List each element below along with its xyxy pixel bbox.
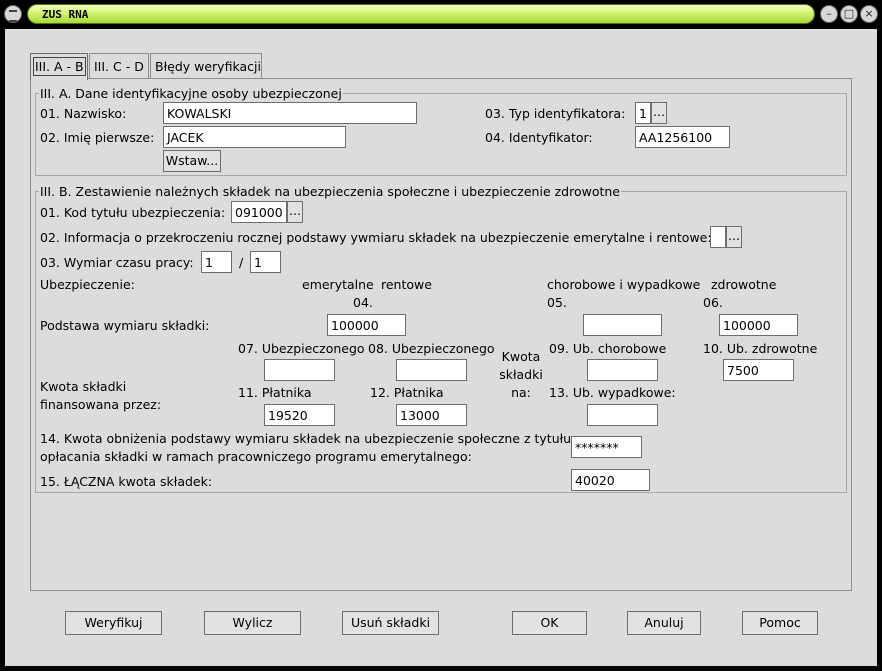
- close-icon[interactable]: ×: [860, 5, 878, 23]
- f11-label: 11. Płatnika: [238, 385, 312, 400]
- base-04-field[interactable]: 100000: [327, 314, 406, 336]
- remove-contributions-button[interactable]: Usuń składki: [342, 611, 439, 635]
- tab-label: III. A - B: [33, 57, 86, 76]
- application-window: ZUS RNA – □ × III. A - B III. C - D Błęd…: [0, 0, 882, 671]
- f08-field[interactable]: [396, 359, 467, 381]
- work-time-denominator-field[interactable]: 1: [250, 251, 281, 273]
- identifier-field[interactable]: AA1256100: [635, 126, 730, 148]
- insurance-code-field[interactable]: 091000: [231, 201, 287, 223]
- exceed-info-picker-button[interactable]: ...: [726, 226, 742, 248]
- verify-button[interactable]: Weryfikuj: [65, 611, 162, 635]
- work-time-numerator-field[interactable]: 1: [201, 251, 232, 273]
- kwota-label-3: na:: [511, 385, 531, 400]
- kwota-label-1: Kwota: [501, 349, 541, 364]
- tab-iii-a-b[interactable]: III. A - B: [30, 53, 88, 80]
- total-field[interactable]: 40020: [571, 469, 650, 491]
- f09-label: 09. Ub. chorobowe: [549, 341, 667, 356]
- first-name-field[interactable]: JACEK: [163, 126, 346, 148]
- help-button[interactable]: Pomoc: [742, 611, 818, 635]
- field-number-04: 04.: [353, 295, 373, 310]
- f12-field[interactable]: 13000: [396, 404, 467, 426]
- base-05-field[interactable]: [583, 314, 662, 336]
- f09-field[interactable]: [587, 359, 658, 381]
- cancel-button[interactable]: Anuluj: [627, 611, 701, 635]
- f07-field[interactable]: [264, 359, 335, 381]
- exceed-info-field[interactable]: [710, 226, 726, 248]
- column-disability: rentowe: [381, 277, 432, 292]
- title-pill[interactable]: ZUS RNA: [27, 4, 815, 24]
- title-bar[interactable]: ZUS RNA – □ ×: [0, 0, 882, 28]
- tab-iii-c-d[interactable]: III. C - D: [89, 53, 149, 79]
- total-label: 15. ŁĄCZNA kwota składek:: [40, 474, 213, 489]
- f14-label-1: 14. Kwota obniżenia podstawy wymiaru skł…: [40, 431, 572, 446]
- tab-verification-errors[interactable]: Błędy weryfikacji: [150, 53, 262, 79]
- base-label: Podstawa wymiaru składki:: [40, 318, 210, 333]
- surname-label: 01. Nazwisko:: [40, 106, 127, 121]
- f08-label: 08. Ubezpieczonego: [368, 341, 495, 356]
- f12-label: 12. Płatnika: [370, 385, 444, 400]
- f14-label-2: opłacania składki w ramach pracowniczego…: [40, 449, 472, 464]
- calculate-button[interactable]: Wylicz: [204, 611, 301, 635]
- f07-label: 07. Ubezpieczonego: [238, 341, 365, 356]
- minimize-icon[interactable]: –: [820, 5, 838, 23]
- tab-panel: III. A. Dane identyfikacyjne osoby ubezp…: [30, 78, 852, 591]
- kwota-label-2: składki: [499, 367, 543, 382]
- first-name-label: 02. Imię pierwsze:: [40, 130, 155, 145]
- f10-label: 10. Ub. zdrowotne: [703, 341, 818, 356]
- work-time-label: 03. Wymiar czasu pracy:: [40, 255, 194, 270]
- tab-label: III. C - D: [94, 59, 144, 74]
- insurance-label: Ubezpieczenie:: [40, 277, 135, 292]
- id-type-label: 03. Typ identyfikatora:: [485, 106, 626, 121]
- identifier-label: 04. Identyfikator:: [485, 130, 593, 145]
- surname-field[interactable]: KOWALSKI: [163, 102, 417, 124]
- column-pension: emerytalne: [302, 277, 374, 292]
- insert-button[interactable]: Wstaw...: [163, 150, 221, 172]
- financed-label-2: finansowana przez:: [40, 397, 162, 412]
- window-title: ZUS RNA: [42, 8, 89, 21]
- f13-field[interactable]: [587, 404, 658, 426]
- section-b-legend: III. B. Zestawienie należnych składek na…: [39, 184, 621, 199]
- id-type-picker-button[interactable]: ...: [651, 102, 667, 124]
- exceed-info-label: 02. Informacja o przekroczeniu rocznej p…: [40, 230, 712, 245]
- work-time-separator: /: [239, 255, 244, 270]
- section-a-legend: III. A. Dane identyfikacyjne osoby ubezp…: [39, 86, 343, 101]
- tab-label: Błędy weryfikacji: [155, 59, 261, 74]
- f11-field[interactable]: 19520: [264, 404, 335, 426]
- f13-label: 13. Ub. wypadkowe:: [549, 385, 676, 400]
- column-sickness-accident: chorobowe i wypadkowe: [547, 277, 701, 292]
- field-number-06: 06.: [703, 295, 723, 310]
- id-type-field[interactable]: 1: [635, 102, 651, 124]
- field-number-05: 05.: [547, 295, 567, 310]
- financed-label-1: Kwota składki: [40, 379, 127, 394]
- ok-button[interactable]: OK: [512, 611, 587, 635]
- f14-field[interactable]: *******: [571, 436, 642, 458]
- base-06-field[interactable]: 100000: [719, 314, 798, 336]
- dialog-client: III. A - B III. C - D Błędy weryfikacji …: [5, 29, 877, 666]
- f10-field[interactable]: 7500: [723, 359, 794, 381]
- window-menu-icon[interactable]: [4, 5, 22, 23]
- insurance-code-picker-button[interactable]: ...: [287, 201, 303, 223]
- insurance-code-label: 01. Kod tytułu ubezpieczenia:: [40, 205, 226, 220]
- column-health: zdrowotne: [711, 277, 777, 292]
- maximize-icon[interactable]: □: [840, 5, 858, 23]
